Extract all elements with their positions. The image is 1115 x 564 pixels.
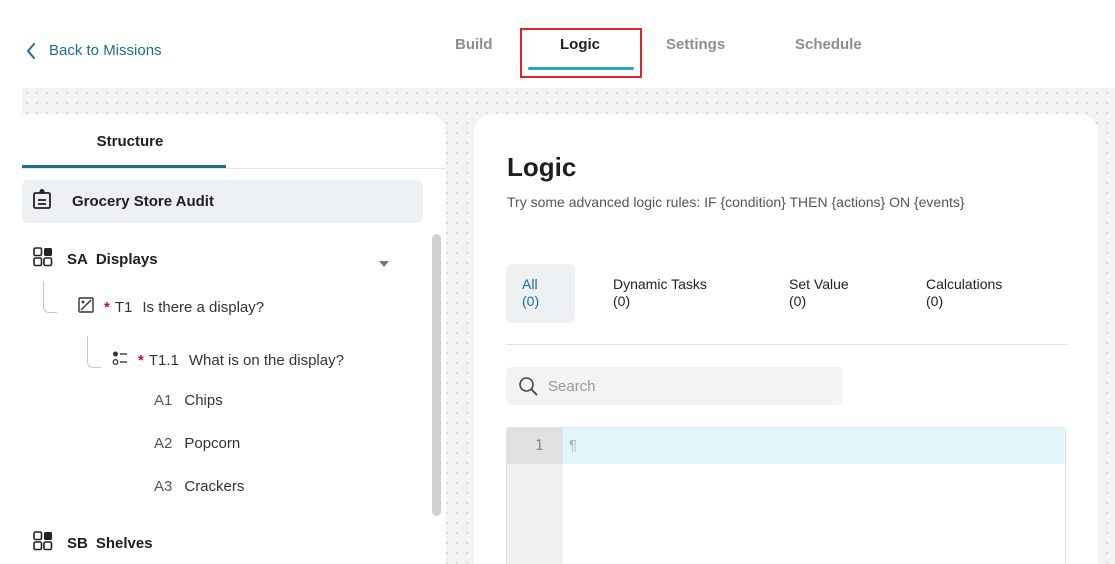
section-code: SA xyxy=(67,250,88,268)
logic-panel: Logic Try some advanced logic rules: IF … xyxy=(474,114,1098,564)
answer-code: A1 xyxy=(154,392,173,409)
section-item-sa[interactable]: SA Displays xyxy=(33,247,158,271)
filter-count: (0) xyxy=(522,293,540,309)
filter-label: Set Value xyxy=(789,276,849,292)
task-item-t1[interactable]: * T1 Is there a display? xyxy=(78,297,264,317)
structure-scrollbar[interactable] xyxy=(432,234,441,516)
answer-label: Crackers xyxy=(184,478,245,495)
answer-code: A2 xyxy=(154,435,173,452)
task-code: T1 xyxy=(114,298,133,316)
required-star: * xyxy=(104,298,110,316)
section-label: Displays xyxy=(95,250,158,268)
section-item-sb[interactable]: SB Shelves xyxy=(33,531,153,555)
multiple-choice-icon xyxy=(112,350,128,370)
image-task-icon xyxy=(78,297,94,317)
tab-schedule[interactable]: Schedule xyxy=(795,36,862,53)
section-label: Shelves xyxy=(95,534,153,552)
answer-label: Popcorn xyxy=(184,435,241,452)
answer-item-a1[interactable]: A1 Chips xyxy=(154,392,223,409)
chevron-left-icon xyxy=(27,42,35,59)
filter-count: (0) xyxy=(789,293,807,309)
filter-label: All xyxy=(522,276,538,292)
filter-count: (0) xyxy=(926,293,944,309)
tab-build[interactable]: Build xyxy=(455,36,493,53)
back-label: Back to Missions xyxy=(49,42,162,59)
filter-tab-all[interactable]: All (0) xyxy=(506,264,575,323)
required-star: * xyxy=(138,351,144,369)
filter-tab-dynamic-tasks[interactable]: Dynamic Tasks (0) xyxy=(613,276,707,310)
mission-clipboard-icon xyxy=(32,188,52,215)
search-input[interactable] xyxy=(548,377,828,395)
section-grid-icon xyxy=(33,247,53,271)
structure-panel: Structure Grocery Store Audit SA Display… xyxy=(22,114,446,564)
task-label: What is on the display? xyxy=(188,351,344,369)
mission-title: Grocery Store Audit xyxy=(72,193,214,210)
pilcrow-marker: ¶ xyxy=(569,437,578,454)
filter-tab-calculations[interactable]: Calculations (0) xyxy=(926,276,1002,310)
top-bar: Back to Missions Build Logic Settings Sc… xyxy=(0,0,1115,88)
filter-label: Calculations xyxy=(926,276,1003,292)
filter-tab-set-value[interactable]: Set Value (0) xyxy=(789,276,849,310)
task-label: Is there a display? xyxy=(142,298,265,316)
panel-divider xyxy=(22,168,446,169)
tab-structure[interactable]: Structure xyxy=(80,133,180,150)
section-grid-icon xyxy=(33,531,53,555)
logic-subtitle: Try some advanced logic rules: IF {condi… xyxy=(507,194,965,210)
task-code: T1.1 xyxy=(148,351,179,369)
answer-item-a2[interactable]: A2 Popcorn xyxy=(154,435,240,452)
editor-active-line[interactable] xyxy=(563,428,1065,464)
mission-root-item[interactable]: Grocery Store Audit xyxy=(22,180,423,223)
page-title: Logic xyxy=(507,152,577,182)
back-to-missions-link[interactable]: Back to Missions xyxy=(26,42,162,59)
tree-connector xyxy=(43,281,57,313)
task-item-t1-1[interactable]: * T1.1 What is on the display? xyxy=(112,350,344,370)
answer-label: Chips xyxy=(184,392,223,409)
filter-count: (0) xyxy=(613,293,631,309)
answer-item-a3[interactable]: A3 Crackers xyxy=(154,478,244,495)
section-code: SB xyxy=(67,534,88,552)
logic-code-editor[interactable]: 1 ¶ xyxy=(506,427,1066,564)
answer-code: A3 xyxy=(154,478,173,495)
filter-label: Dynamic Tasks xyxy=(613,276,707,292)
collapse-caret-icon[interactable] xyxy=(379,254,389,272)
filter-divider xyxy=(506,344,1067,345)
tree-connector xyxy=(87,336,101,368)
tab-highlight-box xyxy=(520,28,642,78)
line-number: 1 xyxy=(535,438,544,454)
search-box[interactable] xyxy=(506,367,843,405)
tab-settings[interactable]: Settings xyxy=(666,36,725,53)
search-icon xyxy=(519,377,538,396)
